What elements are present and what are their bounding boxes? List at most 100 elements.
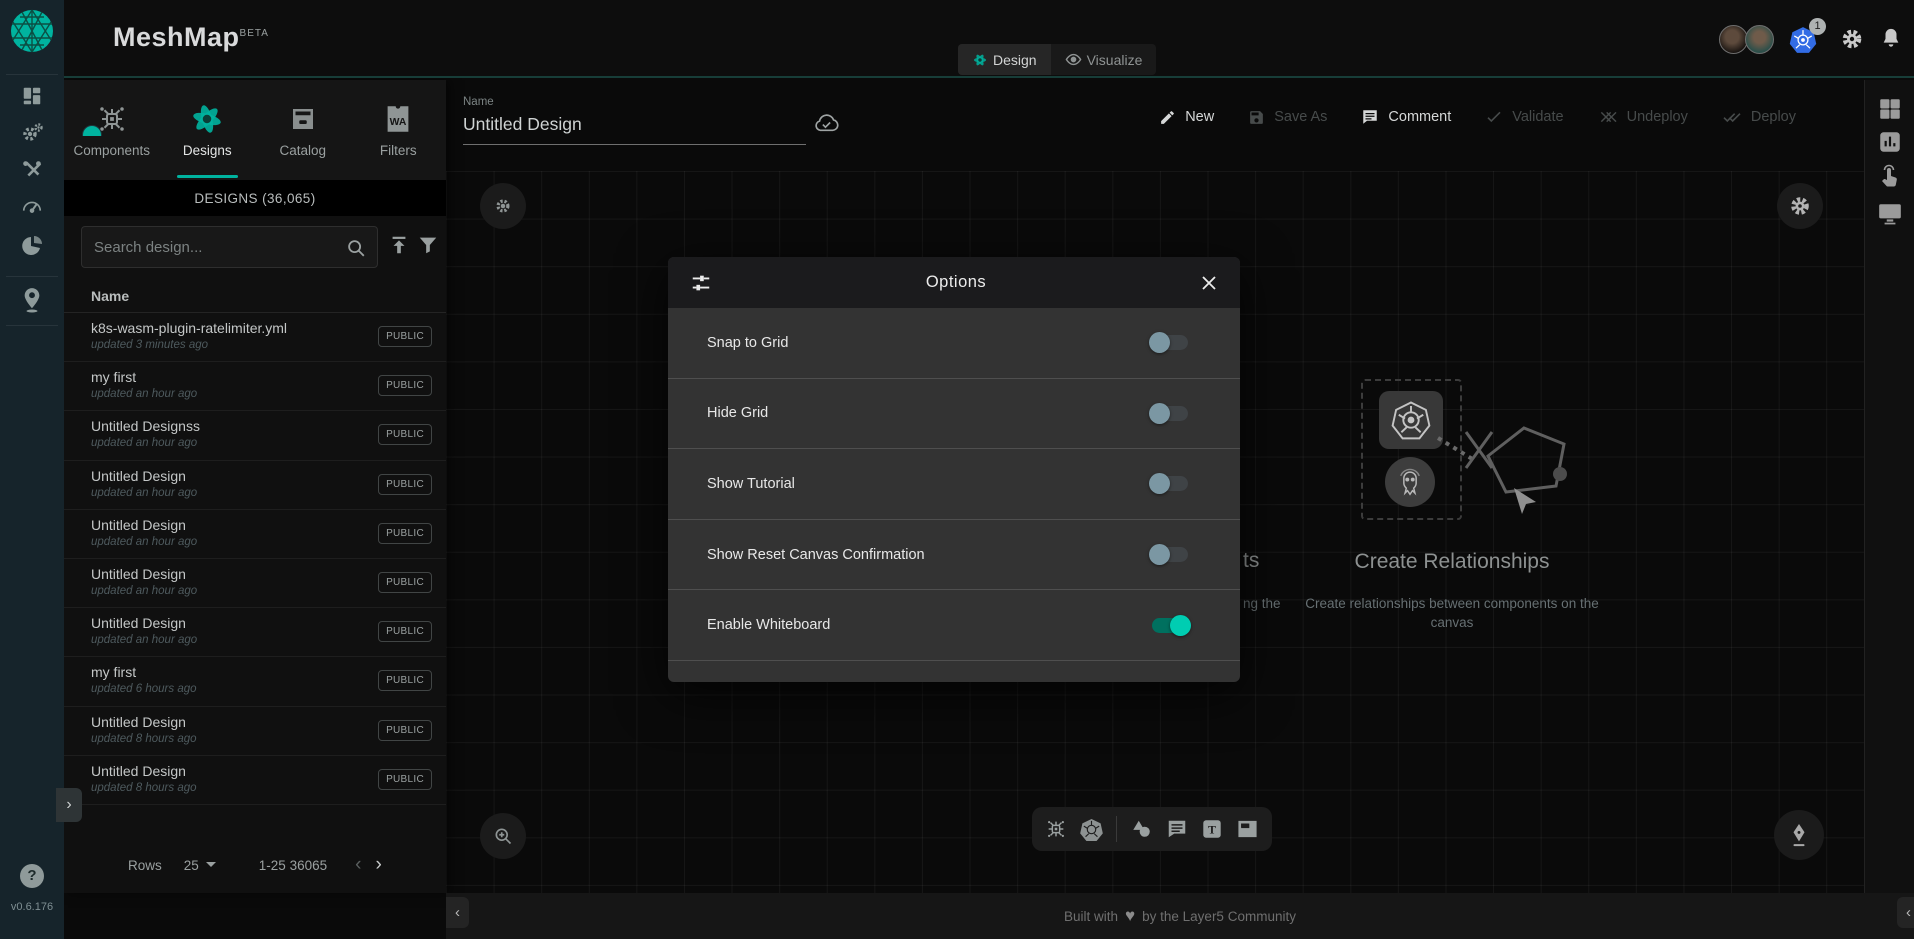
gear-icon [494, 197, 512, 215]
footer-collapse-left-button[interactable]: ‹ [446, 897, 469, 928]
collaborator-avatar[interactable] [1719, 25, 1748, 54]
tab-visualize[interactable]: Visualize [1051, 44, 1157, 75]
rows-per-page-value: 25 [184, 858, 199, 873]
dashboard-icon[interactable] [21, 85, 43, 107]
rows-per-page-select[interactable]: 25 [184, 858, 217, 873]
collaborator-avatar[interactable] [1745, 25, 1774, 54]
panel-tabs: Components Designs Catalog WA Filters [64, 80, 446, 180]
design-row[interactable]: Untitled Designupdated 8 hours agoPUBLIC [64, 756, 446, 805]
visibility-badge: PUBLIC [378, 720, 432, 741]
layer5-logo-icon[interactable] [10, 9, 54, 53]
column-header-name[interactable]: Name [64, 276, 446, 313]
dock-component-icon[interactable] [1045, 818, 1067, 840]
comment-icon [1361, 108, 1379, 126]
prev-page-button[interactable]: ‹ [355, 854, 361, 876]
widgets-grid-icon[interactable] [1877, 96, 1903, 122]
design-row[interactable]: my firstupdated 6 hours agoPUBLIC [64, 657, 446, 706]
design-row[interactable]: my firstupdated an hour agoPUBLIC [64, 362, 446, 411]
design-name: k8s-wasm-plugin-ratelimiter.yml [91, 320, 371, 336]
zoom-button[interactable] [480, 813, 526, 859]
heart-icon: ♥ [1125, 906, 1135, 926]
option-toggle[interactable] [1152, 618, 1188, 633]
dock-shapes-icon[interactable] [1130, 818, 1153, 840]
button-label: Comment [1388, 109, 1451, 125]
analytics-chart-icon[interactable] [1877, 129, 1903, 155]
tab-design[interactable]: Design [958, 44, 1051, 75]
design-row[interactable]: Untitled Designupdated an hour agoPUBLIC [64, 461, 446, 510]
tab-label: Components [73, 143, 150, 158]
design-list: k8s-wasm-plugin-ratelimiter.ymlupdated 3… [64, 313, 446, 805]
design-spiral-icon [972, 52, 988, 68]
design-row[interactable]: Untitled Designssupdated an hour agoPUBL… [64, 411, 446, 460]
design-name: Untitled Design [91, 517, 371, 533]
option-toggle[interactable] [1152, 476, 1188, 491]
pen-nib-icon [1788, 823, 1810, 847]
rail-expand-button[interactable]: › [56, 788, 82, 822]
canvas-dock: T [1032, 807, 1272, 851]
canvas-quick-gear-button[interactable] [480, 183, 526, 229]
touch-gesture-icon[interactable] [1878, 164, 1902, 190]
pagination: Rows 25 1-25 36065 ‹ › [64, 845, 446, 885]
kubernetes-node-icon [1379, 391, 1443, 449]
tab-label: Designs [183, 143, 232, 158]
context-count-badge: 1 [1809, 18, 1826, 35]
option-toggle[interactable] [1152, 335, 1188, 350]
design-row[interactable]: Untitled Designupdated an hour agoPUBLIC [64, 559, 446, 608]
pen-tool-button[interactable] [1774, 810, 1824, 860]
footer-collapse-right-button[interactable]: ‹ [1897, 897, 1914, 928]
design-row[interactable]: Untitled Designupdated an hour agoPUBLIC [64, 608, 446, 657]
deploy-button[interactable]: Deploy [1722, 109, 1796, 125]
option-toggle[interactable] [1152, 547, 1188, 562]
design-row[interactable]: Untitled Designupdated an hour agoPUBLIC [64, 510, 446, 559]
undeploy-button[interactable]: Undeploy [1598, 109, 1688, 125]
dock-comment-icon[interactable] [1166, 818, 1188, 840]
footer-text: by the Layer5 Community [1142, 909, 1296, 924]
performance-gauge-icon[interactable] [20, 196, 44, 218]
mode-toggle: Design Visualize [958, 44, 1156, 75]
validate-button[interactable]: Validate [1485, 109, 1563, 125]
search-input[interactable]: Search design... [81, 226, 378, 268]
configuration-tools-icon[interactable] [21, 159, 43, 181]
extensions-pie-icon[interactable] [20, 234, 44, 258]
comment-button[interactable]: Comment [1361, 108, 1451, 126]
chevron-down-icon [205, 861, 217, 869]
toggle-thumb [1149, 544, 1170, 565]
option-toggle[interactable] [1152, 406, 1188, 421]
design-name: my first [91, 369, 371, 385]
help-icon[interactable]: ? [20, 864, 44, 888]
option-row: Hide Grid [668, 379, 1240, 450]
dock-text-icon[interactable]: T [1201, 818, 1223, 840]
tab-filters[interactable]: WA Filters [351, 80, 447, 180]
notification-bell-icon[interactable] [1880, 26, 1902, 50]
dock-media-icon[interactable] [1236, 819, 1259, 839]
display-monitor-icon[interactable] [1877, 202, 1903, 226]
lifecycle-gears-icon[interactable] [20, 121, 44, 145]
toggle-thumb [1170, 615, 1191, 636]
design-name: Untitled Design [91, 468, 371, 484]
tab-components[interactable]: Components [64, 80, 160, 180]
design-row[interactable]: k8s-wasm-plugin-ratelimiter.ymlupdated 3… [64, 313, 446, 362]
option-label: Hide Grid [707, 405, 1152, 421]
hidden-tutorial-title-fragment: ts [1243, 549, 1259, 573]
design-name: Untitled Design [91, 566, 371, 582]
canvas-settings-button[interactable] [1777, 183, 1823, 229]
close-icon[interactable] [1200, 274, 1218, 292]
filter-funnel-icon[interactable] [417, 234, 439, 256]
next-page-button[interactable]: › [375, 854, 381, 876]
tab-designs[interactable]: Designs [160, 80, 256, 180]
designs-panel: Components Designs Catalog WA Filters DE… [64, 80, 446, 893]
tab-catalog[interactable]: Catalog [255, 80, 351, 180]
dock-kubernetes-icon[interactable] [1080, 818, 1103, 841]
meshmap-pin-icon[interactable] [21, 287, 43, 313]
new-button[interactable]: New [1159, 109, 1214, 126]
search-placeholder: Search design... [94, 239, 202, 256]
option-label: Show Tutorial [707, 476, 1152, 492]
toggle-thumb [1149, 473, 1170, 494]
visibility-badge: PUBLIC [378, 375, 432, 396]
app-header: MeshMapBETA Design Visualize 1 [64, 0, 1914, 78]
save-as-button[interactable]: Save As [1248, 109, 1327, 126]
design-name-input[interactable]: Untitled Design [463, 114, 806, 145]
settings-gear-icon[interactable] [1840, 27, 1864, 51]
design-row[interactable]: Untitled Designupdated 8 hours agoPUBLIC [64, 707, 446, 756]
upload-design-icon[interactable] [388, 234, 410, 256]
